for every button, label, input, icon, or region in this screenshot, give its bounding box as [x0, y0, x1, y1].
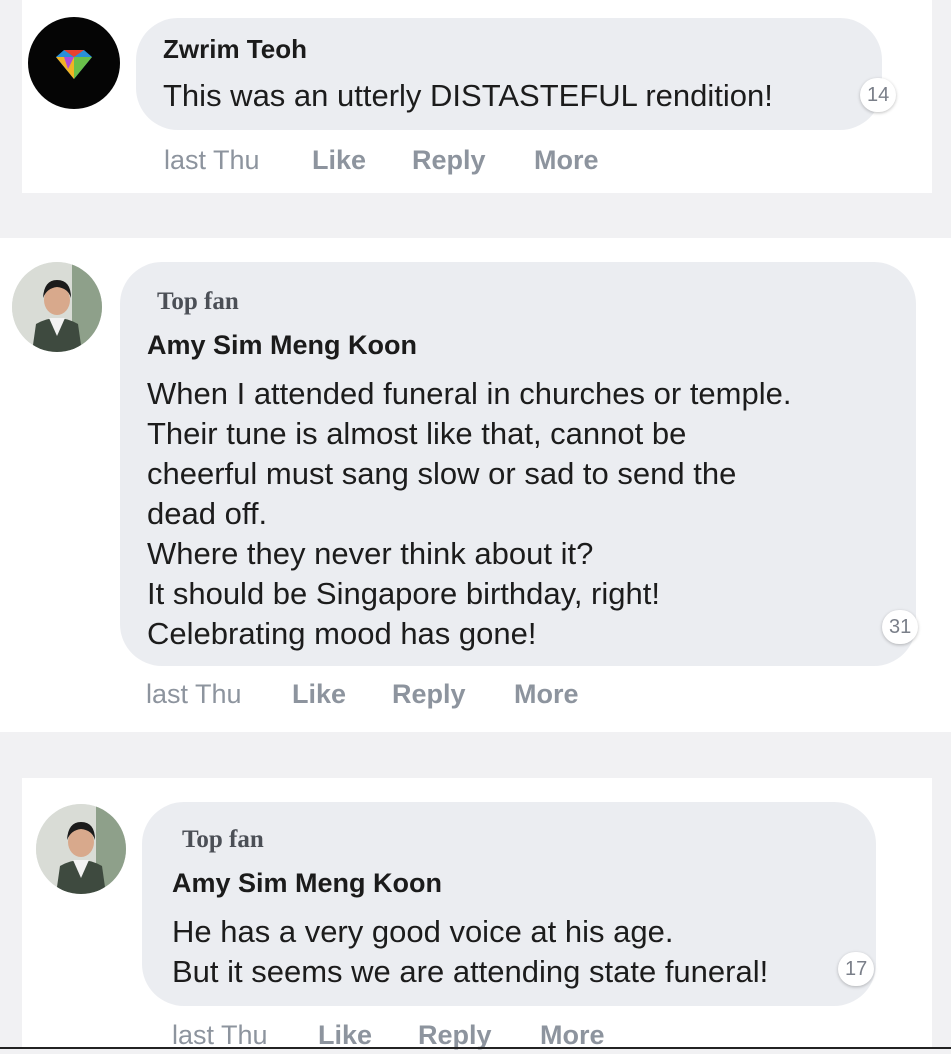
reaction-count-badge[interactable]: 31	[882, 610, 919, 644]
comment-timestamp[interactable]: last Thu	[146, 679, 242, 710]
comment-bubble: Zwrim Teoh This was an utterly DISTASTEF…	[136, 18, 882, 130]
reply-button[interactable]: Reply	[412, 145, 486, 176]
more-button[interactable]: More	[514, 679, 579, 710]
comment-card: Top fan Amy Sim Meng Koon He has a very …	[22, 778, 932, 1050]
reply-button[interactable]: Reply	[392, 679, 466, 710]
like-button[interactable]: Like	[312, 145, 366, 176]
comment-text: This was an utterly DISTASTEFUL renditio…	[163, 78, 773, 113]
top-fan-label: Top fan	[157, 288, 239, 315]
comment-text-line: But it seems we are attending state fune…	[172, 954, 769, 989]
top-fan-label: Top fan	[182, 826, 264, 853]
comment-text-line: Their tune is almost like that, cannot b…	[147, 416, 687, 451]
person-avatar-icon[interactable]	[12, 262, 102, 352]
comment-text-line: Celebrating mood has gone!	[147, 616, 537, 651]
comment-text-line: Where they never think about it?	[147, 536, 594, 571]
comment-actions: last Thu Like Reply More	[164, 145, 764, 179]
reaction-count-badge[interactable]: 17	[838, 952, 875, 986]
comment-text-line: dead off.	[147, 496, 268, 531]
comment-author[interactable]: Amy Sim Meng Koon	[172, 868, 442, 899]
comment-text-line: cheerful must sang slow or sad to send t…	[147, 456, 737, 491]
comment-actions: last Thu Like Reply More	[146, 679, 746, 713]
comment-text-line: It should be Singapore birthday, right!	[147, 576, 660, 611]
comment-author[interactable]: Amy Sim Meng Koon	[147, 330, 417, 361]
comment-text-line: He has a very good voice at his age.	[172, 914, 674, 949]
like-button[interactable]: Like	[292, 679, 346, 710]
reaction-count-badge[interactable]: 14	[860, 78, 897, 112]
person-avatar-icon[interactable]	[36, 804, 126, 894]
comment-author[interactable]: Zwrim Teoh	[163, 34, 307, 65]
comment-timestamp[interactable]: last Thu	[164, 145, 260, 176]
comment-card: Zwrim Teoh This was an utterly DISTASTEF…	[22, 0, 932, 193]
comment-text-line: When I attended funeral in churches or t…	[147, 376, 792, 411]
more-button[interactable]: More	[534, 145, 599, 176]
comment-bubble: Top fan Amy Sim Meng Koon He has a very …	[142, 802, 876, 1006]
diamond-avatar-icon[interactable]	[28, 17, 120, 109]
comment-card: Top fan Amy Sim Meng Koon When I attende…	[0, 238, 951, 732]
comment-bubble: Top fan Amy Sim Meng Koon When I attende…	[120, 262, 916, 666]
